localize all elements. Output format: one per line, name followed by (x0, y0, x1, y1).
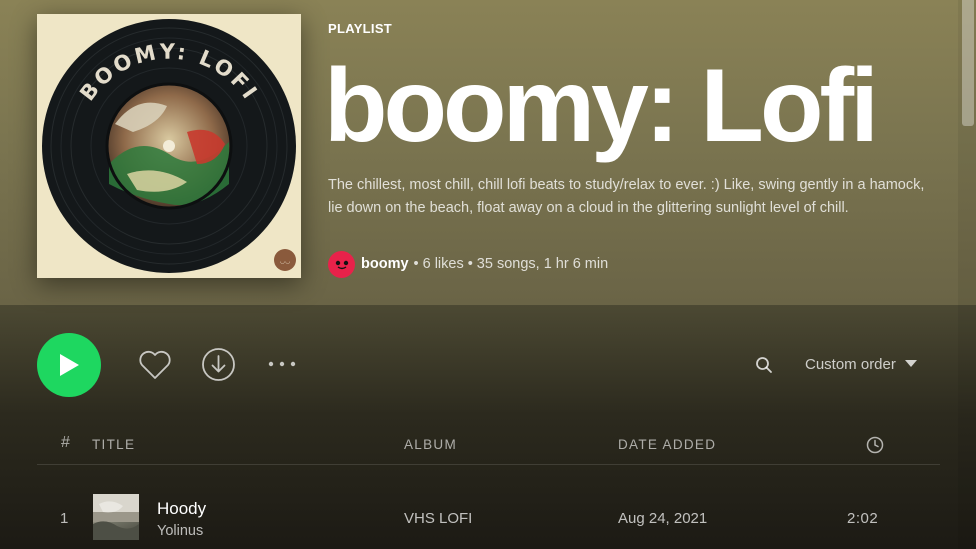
track-album-link[interactable]: VHS LOFI (404, 510, 472, 527)
songs-duration: 35 songs, 1 hr 6 min (476, 256, 609, 272)
track-date-added: Aug 24, 2021 (618, 510, 708, 527)
header-divider (37, 464, 940, 465)
owner-name-link[interactable]: boomy (361, 256, 409, 272)
column-duration-header[interactable] (865, 435, 885, 455)
boomy-face-icon (335, 260, 348, 270)
column-album-header[interactable]: ALBUM (404, 437, 457, 452)
likes-count: 6 likes (422, 256, 464, 272)
clock-icon (866, 436, 884, 454)
track-duration: 2:02 (847, 510, 879, 527)
playlist-title: boomy: Lofi (324, 48, 879, 164)
playlist-description: The chillest, most chill, chill lofi bea… (328, 177, 925, 216)
track-title-link[interactable]: Hoody (157, 499, 206, 519)
play-button[interactable] (37, 333, 101, 397)
caret-down-icon (904, 360, 917, 367)
track-artist-link[interactable]: Yolinus (157, 523, 203, 539)
column-date-added-header[interactable]: DATE ADDED (618, 437, 716, 452)
download-icon (202, 348, 235, 381)
track-number: 1 (60, 510, 69, 527)
column-number-header: # (61, 434, 70, 451)
sort-order-label: Custom order (805, 355, 896, 373)
more-options-button[interactable] (266, 356, 298, 372)
like-button[interactable] (136, 346, 174, 384)
heart-icon (139, 350, 171, 379)
vinyl-record-artwork: BOOMY: LOFI ◡◡ (42, 19, 296, 273)
playlist-meta: boomy • 6 likes • 35 songs, 1 hr 6 min (328, 250, 608, 278)
track-artwork (93, 494, 139, 540)
meta-separator: • (413, 256, 419, 272)
playlist-type-label: PLAYLIST (328, 21, 393, 36)
download-button[interactable] (200, 346, 237, 383)
more-icon (268, 361, 296, 367)
search-icon (756, 357, 772, 373)
playlist-cover[interactable]: BOOMY: LOFI ◡◡ (37, 14, 301, 278)
column-title-header[interactable]: TITLE (92, 437, 135, 452)
meta-separator: • (467, 256, 473, 272)
search-in-playlist-button[interactable] (754, 355, 774, 375)
track-row[interactable]: 1 Hoody Yolinus VHS LOFI Aug 24, 2021 2:… (37, 490, 940, 546)
play-icon (60, 354, 79, 376)
scrollbar-thumb[interactable] (962, 0, 974, 126)
svg-text:◡◡: ◡◡ (280, 258, 290, 265)
owner-avatar[interactable] (328, 250, 355, 278)
sort-order-dropdown[interactable]: Custom order (805, 352, 917, 376)
